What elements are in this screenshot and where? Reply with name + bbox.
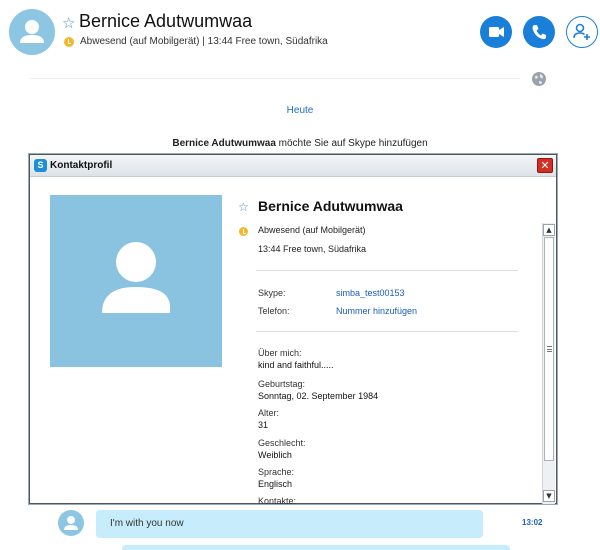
skype-label: Skype: [258, 288, 286, 298]
language-value: Englisch [258, 479, 293, 489]
contact-name: Bernice Adutwumwaa [79, 11, 253, 31]
contact-avatar[interactable] [9, 9, 55, 55]
contact-request-message: Bernice Adutwumwaa möchte Sie auf Skype … [0, 138, 600, 149]
profile-scrollbar[interactable]: ▲ ▼ [542, 223, 555, 504]
age-value: 31 [258, 420, 269, 430]
contact-profile-dialog: S Kontaktprofil ✕ ☆ Bernice Adutwumwaa A… [29, 154, 557, 504]
person-silhouette-icon [20, 20, 44, 43]
phone-icon [532, 25, 546, 40]
dialog-close-button[interactable]: ✕ [537, 158, 553, 173]
profile-picture [50, 195, 222, 367]
about-label: Über mich: [258, 348, 302, 358]
away-status-icon [64, 37, 74, 47]
video-call-button[interactable] [480, 16, 512, 48]
profile-divider [256, 270, 518, 271]
message-avatar[interactable] [58, 510, 84, 536]
add-person-icon [573, 23, 590, 40]
header-divider [30, 78, 520, 79]
favorite-star-icon[interactable]: ☆ [238, 200, 249, 214]
add-number-link[interactable]: Nummer hinzufügen [336, 306, 417, 316]
dialog-title: Kontaktprofil [50, 160, 113, 171]
message-bubble[interactable]: I'm with you now [96, 510, 483, 538]
scroll-down-arrow-icon[interactable]: ▼ [543, 490, 555, 502]
request-text: möchte Sie auf Skype hinzufügen [275, 138, 428, 149]
contacts-label: Kontakte: [258, 496, 297, 504]
profile-status: Abwesend (auf Mobilgerät) [258, 225, 366, 235]
contact-status-line: Abwesend (auf Mobilgerät) | 13:44 Free t… [80, 36, 328, 47]
birthday-value: Sonntag, 02. September 1984 [258, 391, 379, 401]
profile-divider [256, 331, 518, 332]
profile-name: Bernice Adutwumwaa [258, 198, 403, 214]
scroll-grip-icon [547, 346, 552, 352]
person-silhouette-icon [102, 242, 170, 313]
message-text: I'm with you now [110, 518, 184, 529]
video-camera-icon [489, 27, 504, 37]
requester-name: Bernice Adutwumwaa [172, 138, 276, 149]
favorite-star-icon[interactable]: ☆ [62, 14, 75, 32]
date-divider: Heute [286, 105, 314, 116]
add-participant-button[interactable] [566, 16, 598, 48]
conversation-header: ☆ Bernice Adutwumwaa Abwesend (auf Mobil… [0, 0, 600, 70]
message-timestamp: 13:02 [522, 518, 543, 527]
away-status-icon [239, 227, 248, 236]
gender-value: Weiblich [258, 450, 292, 460]
about-value: kind and faithful..... [258, 360, 334, 370]
age-label: Alter: [258, 408, 280, 418]
dialog-titlebar[interactable]: S Kontaktprofil ✕ [30, 155, 556, 177]
message-bubble[interactable] [122, 545, 510, 550]
scroll-thumb[interactable] [544, 237, 554, 461]
globe-icon[interactable] [531, 71, 547, 87]
birthday-label: Geburtstag: [258, 379, 306, 389]
person-silhouette-icon [64, 516, 78, 530]
skype-logo-icon: S [34, 159, 47, 172]
phone-label: Telefon: [258, 306, 290, 316]
skype-name-link[interactable]: simba_test00153 [336, 288, 405, 298]
profile-local-time: 13:44 Free town, Südafrika [258, 244, 367, 254]
scroll-up-arrow-icon[interactable]: ▲ [543, 224, 555, 236]
language-label: Sprache: [258, 467, 295, 477]
gender-label: Geschlecht: [258, 438, 306, 448]
audio-call-button[interactable] [523, 16, 555, 48]
